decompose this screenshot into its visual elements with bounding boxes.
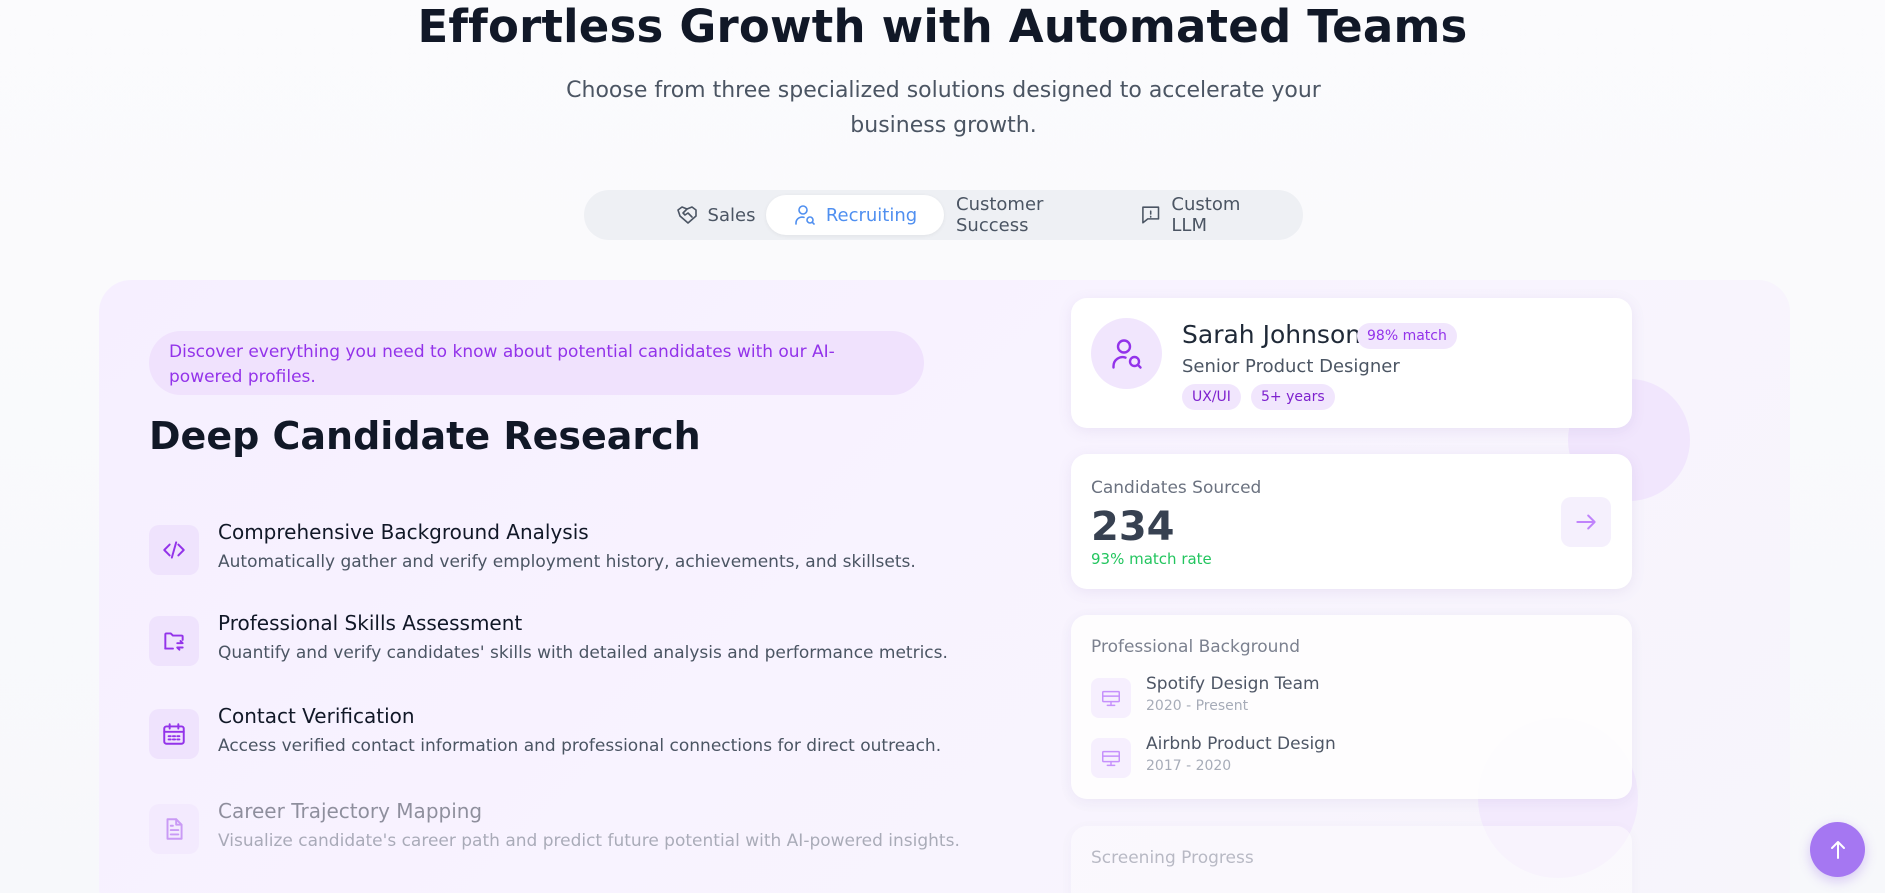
job-title: Spotify Design Team [1146, 674, 1320, 694]
job-dates: 2017 - 2020 [1146, 758, 1232, 774]
feature-description: Automatically gather and verify employme… [218, 552, 916, 572]
document-icon [166, 818, 183, 840]
folder-sync-icon [164, 632, 184, 651]
section-title: Deep Candidate Research [149, 414, 701, 458]
experience-tag: 5+ years [1251, 384, 1335, 410]
chat-bubble-icon [1142, 206, 1160, 224]
tab-custom-llm[interactable]: Custom LLM [1139, 194, 1279, 236]
job-dates: 2020 - Present [1146, 698, 1249, 714]
tab-label: Customer Success [956, 194, 1044, 236]
feature-title: Contact Verification [218, 704, 415, 728]
feature-description: Visualize candidate's career path and pr… [218, 831, 960, 851]
tab-label: Recruiting [825, 204, 918, 226]
calendar-icon [163, 723, 185, 745]
stat-value: 234 [1091, 504, 1175, 550]
feature-description: Access verified contact information and … [218, 736, 942, 756]
candidate-profile-card: Sarah Johnson 98% match Senior Product D… [1071, 298, 1632, 428]
feature-description: Quantify and verify candidates' skills w… [218, 643, 948, 663]
screening-label: Screening Progress [1091, 848, 1254, 868]
candidate-name: Sarah Johnson [1182, 320, 1362, 349]
avatar [1091, 318, 1162, 389]
stat-label: Candidates Sourced [1091, 478, 1262, 498]
candidate-role: Senior Product Designer [1182, 356, 1400, 377]
feature-title: Career Trajectory Mapping [218, 799, 483, 823]
user-search-icon [1111, 338, 1142, 369]
tab-recruiting[interactable]: Recruiting [766, 195, 944, 235]
user-search-icon [795, 205, 815, 225]
monitor-icon [1102, 690, 1120, 707]
candidates-sourced-card: Candidates Sourced 234 93% match rate [1071, 454, 1632, 589]
screening-progress-card: Screening Progress [1071, 826, 1632, 893]
skill-tag: UX/UI [1182, 384, 1241, 410]
hero-title: Effortless Growth with Automated Teams [417, 0, 1468, 53]
feature-title: Professional Skills Assessment [218, 611, 523, 635]
code-icon [163, 541, 185, 559]
scroll-to-top-button[interactable] [1810, 822, 1865, 877]
arrow-right-icon [1576, 514, 1596, 530]
arrow-up-icon [1830, 840, 1845, 859]
feature-title: Comprehensive Background Analysis [218, 520, 589, 544]
tab-label: Custom LLM [1171, 194, 1241, 236]
tab-label: Sales [707, 204, 756, 226]
view-candidates-button[interactable] [1561, 497, 1611, 547]
professional-background-card: Professional Background Spotify Design T… [1071, 615, 1632, 799]
match-badge: 98% match [1357, 323, 1457, 349]
job-title: Airbnb Product Design [1146, 734, 1336, 754]
monitor-icon [1102, 750, 1120, 767]
tab-customer-success[interactable]: Customer Success [956, 194, 1116, 236]
hero-subtitle: Choose from three specialized solutions … [566, 78, 1321, 138]
background-label: Professional Background [1091, 637, 1300, 657]
match-rate: 93% match rate [1091, 550, 1212, 568]
promo-banner: Discover everything you need to know abo… [149, 331, 924, 395]
handshake-icon [676, 206, 697, 224]
solution-tabs: Sales Recruiting Customer Success Custom… [584, 190, 1303, 240]
